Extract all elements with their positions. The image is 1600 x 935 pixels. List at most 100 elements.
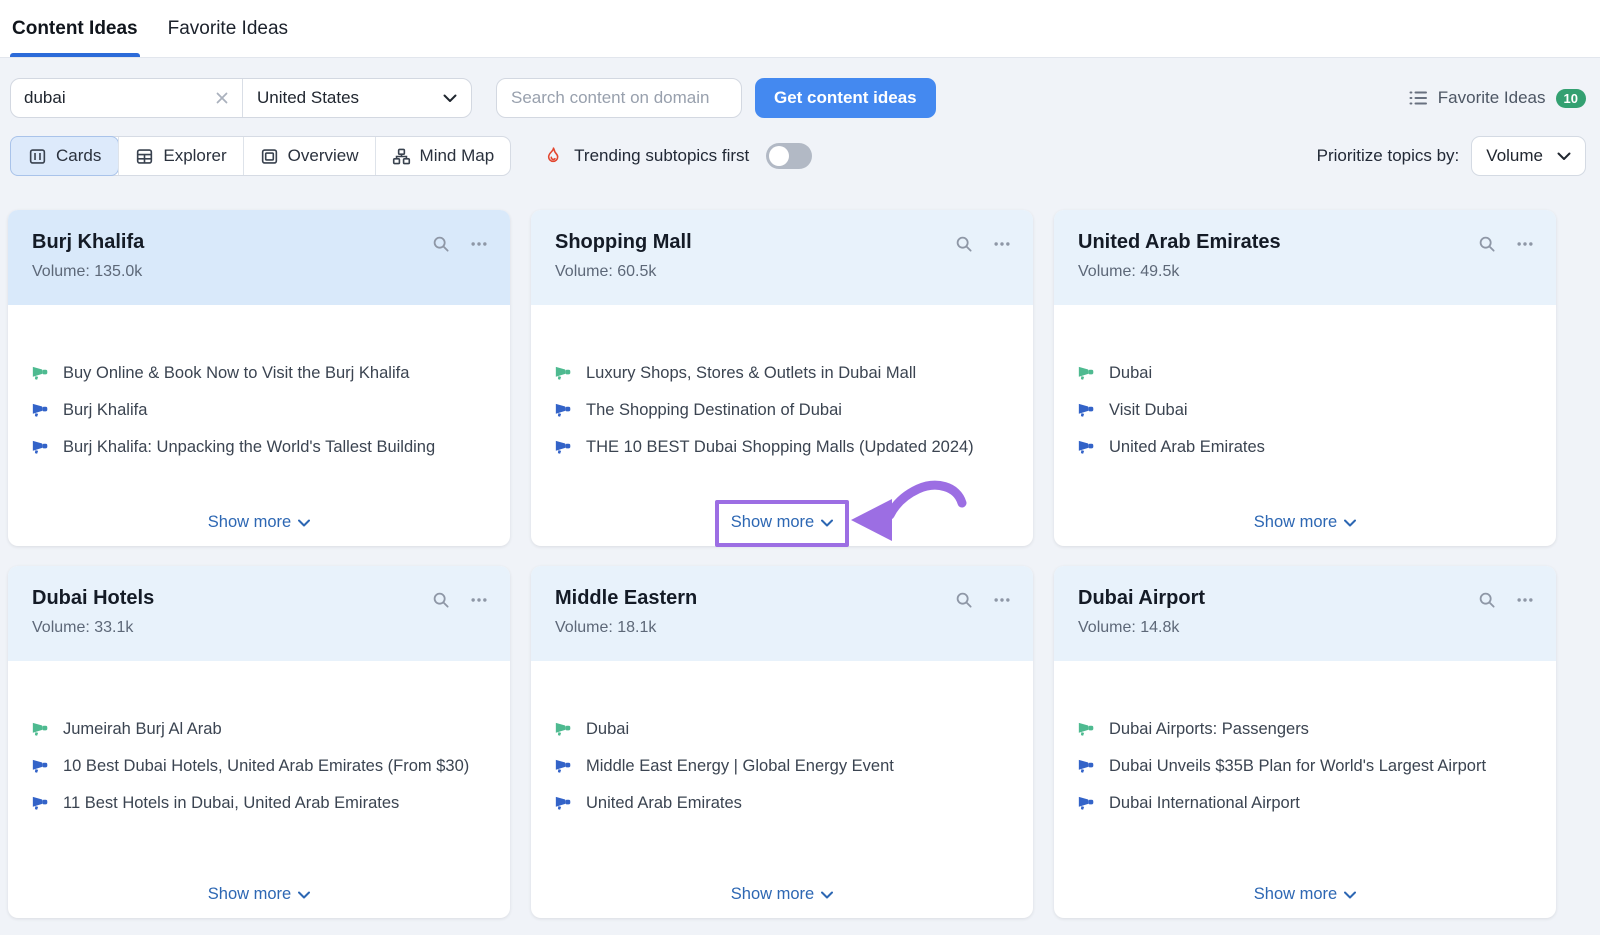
top-tab-bar: Content Ideas Favorite Ideas [0,0,1600,58]
card-header[interactable]: Middle Eastern Volume: 18.1k [531,566,1033,661]
view-tab-cards[interactable]: Cards [10,136,119,176]
search-icon[interactable] [1478,235,1496,253]
cards-icon [28,147,47,166]
card-volume: Volume: 33.1k [32,619,486,637]
card-header[interactable]: Dubai Airport Volume: 14.8k [1054,566,1556,661]
card-title: United Arab Emirates [1078,231,1532,254]
toggle-knob [769,146,789,166]
search-icon[interactable] [955,591,973,609]
list-item[interactable]: Burj Khalifa [32,398,486,422]
item-text: Burj Khalifa [63,398,147,422]
show-more-button[interactable]: Show more [208,511,310,534]
more-options-icon[interactable] [1516,235,1534,253]
view-tab-mind-map[interactable]: Mind Map [375,137,511,175]
list-item[interactable]: Luxury Shops, Stores & Outlets in Dubai … [555,361,1009,385]
favorite-ideas-link[interactable]: Favorite Ideas 10 [1408,88,1586,108]
card-body: Buy Online & Book Now to Visit the Burj … [8,305,510,546]
country-select[interactable]: United States [243,79,471,117]
show-more-button[interactable]: Show more [731,511,833,534]
more-options-icon[interactable] [993,235,1011,253]
megaphone-icon [555,438,572,455]
card-volume: Volume: 18.1k [555,619,1009,637]
domain-search-input[interactable] [496,78,742,118]
search-row: United States Get content ideas Favorite… [10,78,1586,118]
list-item[interactable]: Middle East Energy | Global Energy Event [555,754,1009,778]
card-header[interactable]: Dubai Hotels Volume: 33.1k [8,566,510,661]
topic-cards-grid: Burj Khalifa Volume: 135.0k Buy Online &… [0,210,1600,918]
show-more-label: Show more [208,513,291,532]
item-text: Dubai Airports: Passengers [1109,717,1309,741]
search-icon[interactable] [432,235,450,253]
megaphone-icon [1078,401,1095,418]
search-input[interactable] [11,79,214,117]
item-text: THE 10 BEST Dubai Shopping Malls (Update… [586,435,974,459]
show-more-button[interactable]: Show more [208,883,310,906]
chevron-down-icon [443,94,457,103]
card-volume: Volume: 135.0k [32,263,486,281]
more-options-icon[interactable] [470,591,488,609]
show-more-label: Show more [1254,885,1337,904]
list-item[interactable]: Dubai [555,717,1009,741]
prioritize-select[interactable]: Volume [1471,136,1586,176]
list-item[interactable]: Dubai Airports: Passengers [1078,717,1532,741]
more-options-icon[interactable] [993,591,1011,609]
megaphone-icon [32,438,49,455]
card-header[interactable]: Shopping Mall Volume: 60.5k [531,210,1033,305]
item-text: The Shopping Destination of Dubai [586,398,842,422]
list-item[interactable]: Burj Khalifa: Unpacking the World's Tall… [32,435,486,459]
more-options-icon[interactable] [1516,591,1534,609]
flame-icon [543,146,563,166]
topic-card-dubai-airport: Dubai Airport Volume: 14.8k Dubai Airpor… [1054,566,1556,918]
more-options-icon[interactable] [470,235,488,253]
search-icon[interactable] [432,591,450,609]
list-item[interactable]: Jumeirah Burj Al Arab [32,717,486,741]
get-content-ideas-button[interactable]: Get content ideas [755,78,936,118]
card-volume: Volume: 49.5k [1078,263,1532,281]
trending-toggle[interactable] [766,143,812,169]
megaphone-icon [555,794,572,811]
card-title: Middle Eastern [555,587,1009,610]
show-more-button[interactable]: Show more [1254,883,1356,906]
show-more-button[interactable]: Show more [731,883,833,906]
search-icon[interactable] [955,235,973,253]
list-item[interactable]: United Arab Emirates [1078,435,1532,459]
list-item[interactable]: Visit Dubai [1078,398,1532,422]
tab-favorite-ideas[interactable]: Favorite Ideas [166,0,290,57]
show-more-label: Show more [1254,513,1337,532]
card-body: Dubai Visit Dubai United Arab Emirates S… [1054,305,1556,546]
view-tab-label: Mind Map [420,146,495,166]
list-item[interactable]: 11 Best Hotels in Dubai, United Arab Emi… [32,791,486,815]
card-body: Dubai Middle East Energy | Global Energy… [531,661,1033,918]
list-item[interactable]: United Arab Emirates [555,791,1009,815]
table-icon [135,147,154,166]
list-item[interactable]: Dubai Unveils $35B Plan for World's Larg… [1078,754,1532,778]
list-item[interactable]: Dubai International Airport [1078,791,1532,815]
card-volume: Volume: 60.5k [555,263,1009,281]
list-item[interactable]: The Shopping Destination of Dubai [555,398,1009,422]
megaphone-icon [32,401,49,418]
item-text: Jumeirah Burj Al Arab [63,717,222,741]
show-more-button[interactable]: Show more [1254,511,1356,534]
list-item[interactable]: 10 Best Dubai Hotels, United Arab Emirat… [32,754,486,778]
prioritize-group: Prioritize topics by: Volume [1317,136,1586,176]
list-item[interactable]: Buy Online & Book Now to Visit the Burj … [32,361,486,385]
prioritize-value: Volume [1486,146,1543,166]
chevron-down-icon [821,519,833,527]
item-text: United Arab Emirates [1109,435,1265,459]
clear-search-icon[interactable] [214,79,242,117]
megaphone-icon [555,364,572,381]
list-item[interactable]: THE 10 BEST Dubai Shopping Malls (Update… [555,435,1009,459]
topic-card-middle-eastern: Middle Eastern Volume: 18.1k Dubai Middl… [531,566,1033,918]
view-tab-explorer[interactable]: Explorer [118,137,242,175]
search-combo: United States [10,78,472,118]
topic-card-burj-khalifa: Burj Khalifa Volume: 135.0k Buy Online &… [8,210,510,546]
list-item[interactable]: Dubai [1078,361,1532,385]
card-volume: Volume: 14.8k [1078,619,1532,637]
card-header[interactable]: Burj Khalifa Volume: 135.0k [8,210,510,305]
item-text: Dubai International Airport [1109,791,1300,815]
card-header[interactable]: United Arab Emirates Volume: 49.5k [1054,210,1556,305]
megaphone-icon [1078,794,1095,811]
tab-content-ideas[interactable]: Content Ideas [10,0,140,57]
search-icon[interactable] [1478,591,1496,609]
view-tab-overview[interactable]: Overview [243,137,375,175]
